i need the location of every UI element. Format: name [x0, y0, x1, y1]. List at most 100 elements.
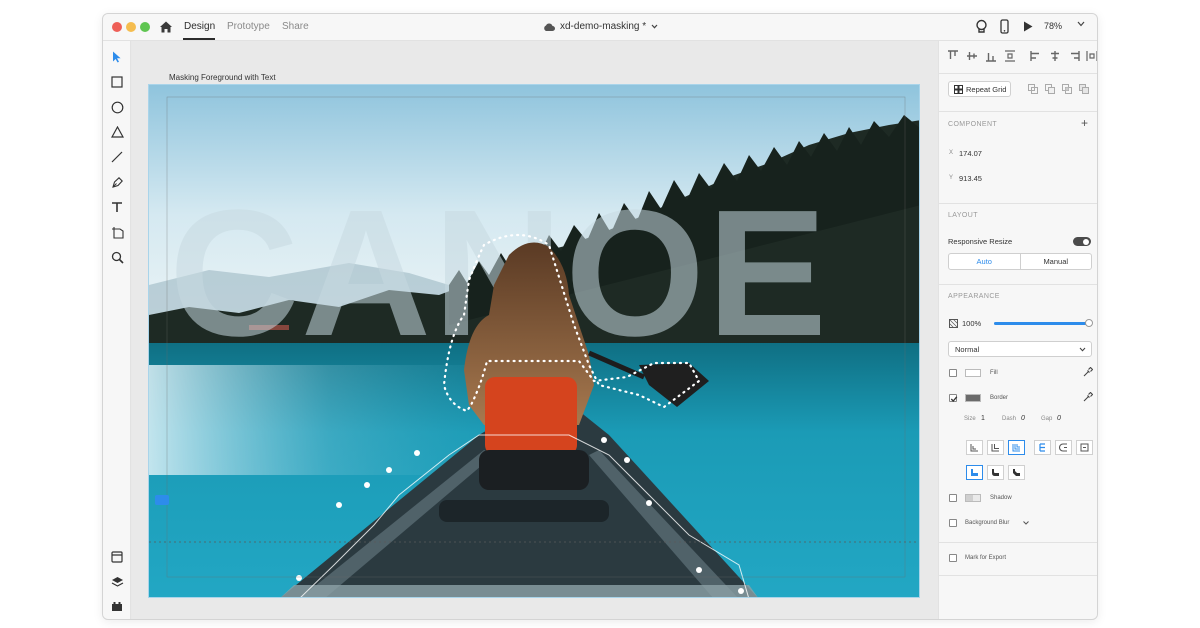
shadow-checkbox[interactable]	[949, 494, 957, 502]
align-middle-icon[interactable]	[966, 50, 978, 62]
opacity-value[interactable]: 100%	[962, 319, 981, 328]
ellipse-tool-icon[interactable]	[109, 99, 125, 115]
tab-design-underline	[183, 38, 215, 40]
background-blur-checkbox[interactable]	[949, 519, 957, 527]
pen-tool-icon[interactable]	[109, 174, 125, 190]
stroke-outer-icon[interactable]	[1008, 440, 1025, 455]
fill-checkbox[interactable]	[949, 369, 957, 377]
shadow-swatch[interactable]	[965, 494, 981, 502]
x-input[interactable]: 174.07	[959, 149, 982, 158]
line-cap-round-icon[interactable]	[1055, 440, 1072, 455]
responsive-resize-toggle[interactable]	[1073, 237, 1091, 246]
opacity-slider-thumb[interactable]	[1085, 319, 1093, 327]
device-preview-icon[interactable]	[1000, 19, 1009, 34]
document-title-dropdown[interactable]: xd-demo-masking *	[543, 21, 658, 32]
border-eyedropper-icon[interactable]	[1083, 392, 1093, 402]
boolean-exclude-icon[interactable]	[1079, 84, 1089, 94]
document-title: xd-demo-masking *	[560, 21, 647, 32]
artboard-tool-icon[interactable]	[109, 224, 125, 240]
join-miter-icon[interactable]	[966, 465, 983, 480]
size-input[interactable]: 1	[981, 415, 985, 422]
opacity-slider[interactable]	[994, 319, 1093, 327]
size-label: Size	[964, 416, 976, 422]
border-label: Border	[990, 395, 1009, 401]
cloud-icon	[544, 23, 555, 31]
chevron-down-icon	[1079, 347, 1086, 352]
distribute-vertical-icon[interactable]	[1004, 50, 1016, 62]
mark-for-export-checkbox[interactable]	[949, 554, 957, 562]
align-bottom-icon[interactable]	[985, 50, 997, 62]
stroke-inner-icon[interactable]	[966, 440, 983, 455]
boolean-intersect-icon[interactable]	[1062, 84, 1072, 94]
border-swatch[interactable]	[965, 394, 981, 402]
zoom-chevron-down-icon[interactable]	[1077, 21, 1085, 27]
artboard[interactable]: CANOE	[148, 84, 920, 598]
chevron-down-icon	[651, 24, 658, 29]
stroke-center-icon[interactable]	[987, 440, 1004, 455]
text-tool-icon[interactable]	[109, 199, 125, 215]
fill-swatch[interactable]	[965, 369, 981, 377]
repeat-grid-section: Repeat Grid	[939, 73, 1097, 111]
home-icon[interactable]	[158, 19, 174, 35]
line-tool-icon[interactable]	[109, 149, 125, 165]
layout-heading: LAYOUT	[948, 212, 978, 219]
artboard-label[interactable]: Masking Foreground with Text	[169, 73, 276, 82]
mark-for-export-label: Mark for Export	[965, 555, 1007, 561]
layers-panel-icon[interactable]	[109, 574, 125, 590]
zoom-level[interactable]: 78%	[1044, 21, 1062, 31]
export-section: Mark for Export	[939, 542, 1097, 576]
align-center-icon[interactable]	[1049, 50, 1061, 62]
minimize-window-button[interactable]	[126, 22, 136, 32]
maximize-window-button[interactable]	[140, 22, 150, 32]
join-bevel-icon[interactable]	[1008, 465, 1025, 480]
tools-toolbar	[103, 41, 131, 619]
dash-input[interactable]: 0	[1021, 415, 1025, 422]
line-cap-butt-icon[interactable]	[1034, 440, 1051, 455]
zoom-tool-icon[interactable]	[109, 249, 125, 265]
gap-label: Gap	[1041, 416, 1053, 422]
responsive-resize-label: Responsive Resize	[948, 237, 1013, 246]
rectangle-tool-icon[interactable]	[109, 74, 125, 90]
align-right-icon[interactable]	[1068, 50, 1080, 62]
y-input[interactable]: 913.45	[959, 174, 982, 183]
align-top-icon[interactable]	[947, 50, 959, 62]
title-bar: Design Prototype Share xd-demo-masking *…	[103, 14, 1097, 41]
plugins-panel-icon[interactable]	[109, 598, 125, 614]
tab-prototype[interactable]: Prototype	[227, 21, 270, 32]
component-heading: COMPONENT	[948, 121, 998, 128]
resize-auto-option[interactable]: Auto	[949, 254, 1021, 269]
resize-mode-segmented: Auto Manual	[948, 253, 1092, 270]
property-inspector: Repeat Grid COMPONENT + X 174.07 Y 913.4…	[938, 41, 1098, 619]
background-blur-label[interactable]: Background Blur	[965, 520, 1009, 526]
polygon-tool-icon[interactable]	[109, 124, 125, 140]
component-section: COMPONENT + X 174.07 Y 913.45	[939, 111, 1097, 201]
boolean-add-icon[interactable]	[1028, 84, 1038, 94]
assets-panel-icon[interactable]	[109, 549, 125, 565]
blend-mode-select[interactable]: Normal	[948, 341, 1092, 357]
tab-share[interactable]: Share	[282, 21, 309, 32]
join-round-icon[interactable]	[987, 465, 1004, 480]
layout-section: LAYOUT Responsive Resize Auto Manual	[939, 203, 1097, 283]
border-checkbox[interactable]	[949, 394, 958, 402]
fill-eyedropper-icon[interactable]	[1083, 367, 1093, 377]
add-component-button[interactable]: +	[1081, 116, 1088, 130]
repeat-grid-button[interactable]: Repeat Grid	[948, 81, 1011, 97]
canoe-photo[interactable]: CANOE	[149, 85, 920, 598]
boolean-subtract-icon[interactable]	[1045, 84, 1055, 94]
play-icon[interactable]	[1023, 21, 1033, 32]
blur-chevron-down-icon[interactable]	[1023, 521, 1029, 525]
design-canvas[interactable]: Masking Foreground with Text CANOE	[132, 41, 938, 619]
tab-design[interactable]: Design	[184, 21, 215, 32]
close-window-button[interactable]	[112, 22, 122, 32]
resize-manual-option[interactable]: Manual	[1021, 254, 1092, 269]
align-left-icon[interactable]	[1030, 50, 1042, 62]
select-tool-icon[interactable]	[109, 49, 125, 65]
y-label: Y	[949, 175, 954, 181]
user-preview-icon[interactable]	[975, 19, 988, 34]
appearance-heading: APPEARANCE	[948, 293, 1000, 300]
repeat-grid-icon	[954, 85, 963, 94]
line-cap-square-icon[interactable]	[1076, 440, 1093, 455]
guide-handle-icon[interactable]	[155, 495, 169, 505]
distribute-horizontal-icon[interactable]	[1086, 50, 1098, 62]
gap-input[interactable]: 0	[1057, 415, 1061, 422]
